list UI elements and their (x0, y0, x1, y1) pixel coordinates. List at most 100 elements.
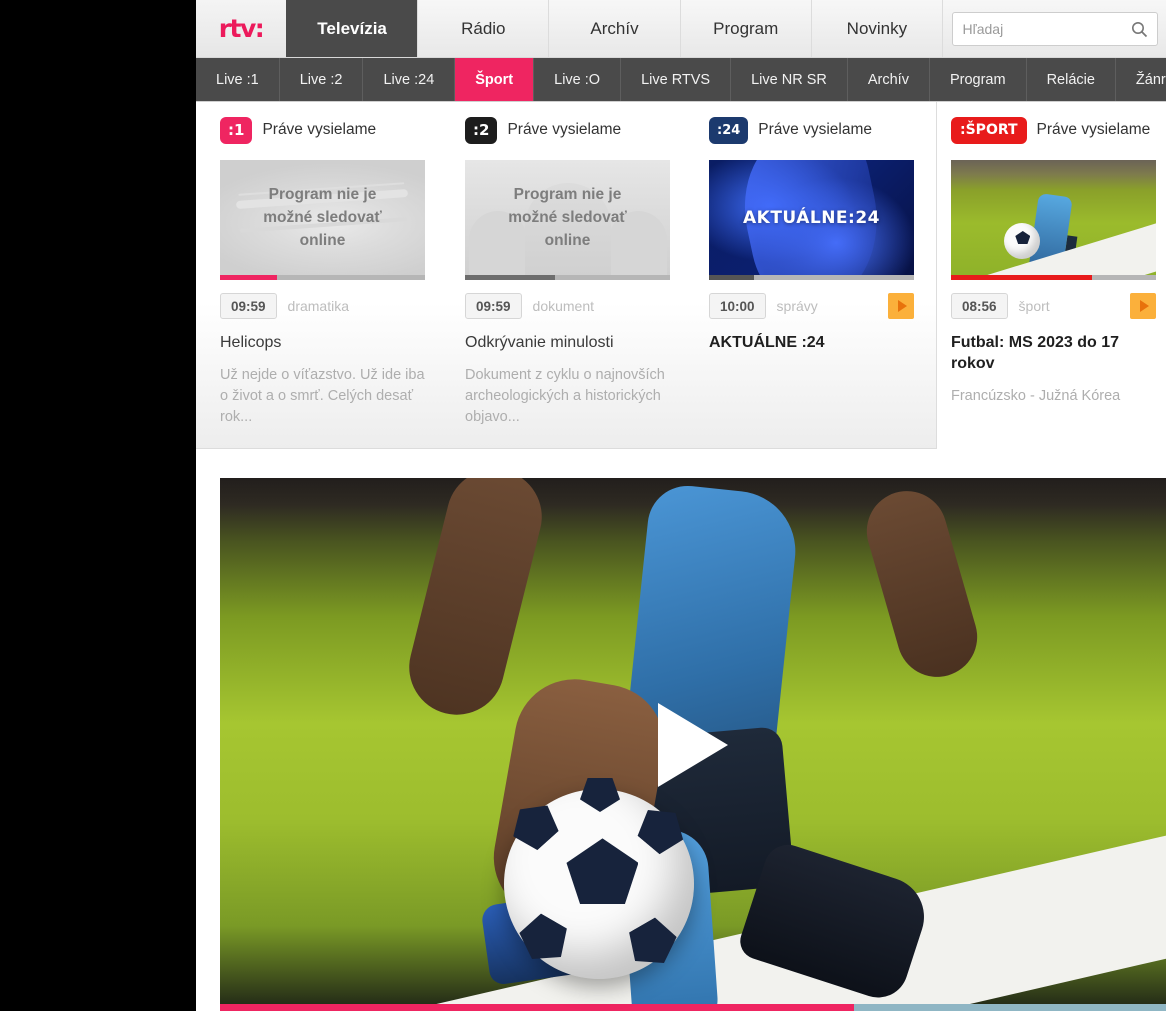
offline-message: Program nie je možné sledovať online (220, 160, 425, 275)
subnav-item-live-rtvs[interactable]: Live RTVS (621, 58, 732, 101)
subnav-item-live-o[interactable]: Live :O (534, 58, 622, 101)
offline-line: Program nie je (268, 186, 377, 203)
screen: rtv: Televízia Rádio Archív Program Novi… (0, 0, 1166, 1011)
subnav-item-program[interactable]: Program (930, 58, 1027, 101)
topnav-item-program[interactable]: Program (679, 0, 811, 57)
subnav-item-sport[interactable]: Šport (455, 58, 535, 101)
subnav-item-archiv[interactable]: Archív (848, 58, 930, 101)
offline-line: online (544, 232, 591, 249)
card-play-button[interactable] (888, 293, 914, 319)
thumbnail-overlay-text: AKTUÁLNE:24 (743, 207, 880, 228)
search-input[interactable] (952, 20, 1157, 37)
card-header: :1 Práve vysielame (220, 116, 425, 144)
card-progress-fill (709, 275, 755, 280)
channel-badge-24-icon: :24 (709, 116, 749, 144)
top-navigation-bar: rtv: Televízia Rádio Archív Program Novi… (196, 0, 1166, 58)
topnav-label: Televízia (317, 18, 387, 38)
card-header: :ŠPORT Práve vysielame (951, 116, 1156, 144)
now-playing-strip: :1 Práve vysielame Program nie je možné … (196, 102, 1166, 449)
search-area (942, 0, 1166, 57)
search-icon[interactable] (1131, 21, 1148, 43)
subnav-item-relacie[interactable]: Relácie (1027, 58, 1116, 101)
card-progress-track (951, 275, 1156, 280)
card-time-badge: 08:56 (951, 293, 1008, 319)
card-header-label: Práve vysielame (758, 121, 873, 138)
subnav-label: Archív (867, 71, 909, 88)
card-title[interactable]: AKTUÁLNE :24 (709, 332, 914, 353)
card-description: Dokument z cyklu o najnovších archeologi… (465, 367, 665, 425)
ball-patch (566, 838, 639, 905)
subnav-item-live-nr-sr[interactable]: Live NR SR (731, 58, 848, 101)
card-genre-label: dramatika (287, 298, 349, 314)
player-progress-fill (220, 1004, 854, 1011)
subnav-item-live-2[interactable]: Live :2 (280, 58, 364, 101)
channel-badge-sport-icon: :ŠPORT (951, 116, 1027, 144)
card-time-badge: 09:59 (220, 293, 277, 319)
card-description: Francúzsko - Južná Kórea (951, 388, 1121, 404)
channel-card-4[interactable]: :ŠPORT Práve vysielame 08:56 šport Futba… (951, 116, 1156, 407)
offline-line: možné sledovať (508, 209, 627, 226)
card-play-button[interactable] (1130, 293, 1156, 319)
channel-badge-2-icon: :2 (465, 116, 498, 144)
play-triangle-icon (897, 300, 907, 312)
card-title[interactable]: Helicops (220, 332, 425, 353)
subnav-label: Live :2 (299, 71, 343, 88)
offline-message: Program nie je možné sledovať online (465, 160, 670, 275)
play-triangle-icon (1139, 300, 1149, 312)
card-genre-label: dokument (532, 298, 595, 314)
card-genre-label: správy (776, 298, 818, 314)
subnav-item-live-24[interactable]: Live :24 (363, 58, 456, 101)
card-header: :2 Práve vysielame (465, 116, 670, 144)
card-description: Už nejde o víťazstvo. Už ide iba o život… (220, 367, 425, 425)
channel-card-2[interactable]: :2 Práve vysielame Program nie je možné … (465, 116, 670, 428)
topnav-item-novinky[interactable]: Novinky (810, 0, 943, 57)
topnav-item-televizia[interactable]: Televízia (286, 0, 418, 57)
subnav-label: Live :24 (383, 71, 435, 88)
subnav-label: Live :1 (216, 71, 259, 88)
card-title[interactable]: Odkrývanie minulosti (465, 332, 670, 353)
subnav-label: Relácie (1046, 71, 1095, 88)
card-thumbnail[interactable] (951, 160, 1156, 275)
channel-card-3[interactable]: :24 Práve vysielame AKTUÁLNE:24 10:00 sp… (709, 116, 914, 365)
soccer-ball-icon (1004, 222, 1041, 259)
card-meta-row: 10:00 správy (709, 293, 914, 319)
sub-navigation-bar: Live :1 Live :2 Live :24 Šport Live :O L… (196, 58, 1166, 102)
card-meta-row: 08:56 šport (951, 293, 1156, 319)
subnav-label: Žánre (1135, 71, 1166, 88)
offline-line: možné sledovať (263, 209, 382, 226)
site-logo[interactable]: rtv: (196, 0, 286, 57)
topnav-label: Rádio (461, 18, 506, 38)
player-arm-decor (399, 478, 552, 726)
channel-card-1[interactable]: :1 Práve vysielame Program nie je možné … (220, 116, 425, 428)
card-genre-label: šport (1018, 298, 1050, 314)
channel-badge-1-icon: :1 (220, 116, 253, 144)
subnav-label: Live NR SR (751, 71, 827, 88)
topnav-label: Archív (590, 18, 639, 38)
card-thumbnail[interactable]: AKTUÁLNE:24 (709, 160, 914, 275)
card-title[interactable]: Futbal: MS 2023 do 17 rokov (951, 332, 1156, 374)
subnav-item-zanre[interactable]: Žánre (1116, 58, 1166, 101)
card-progress-track (465, 275, 670, 280)
topnav-label: Program (713, 18, 779, 38)
card-meta-row: 09:59 dokument (465, 293, 670, 319)
card-header: :24 Práve vysielame (709, 116, 914, 144)
card-thumbnail[interactable]: Program nie je možné sledovať online (220, 160, 425, 275)
offline-line: Program nie je (513, 186, 622, 203)
player-progress-track[interactable] (220, 1004, 1166, 1011)
video-player[interactable] (220, 478, 1166, 1011)
card-thumbnail[interactable]: Program nie je možné sledovať online (465, 160, 670, 275)
page-canvas: rtv: Televízia Rádio Archív Program Novi… (196, 0, 1166, 1011)
play-button-icon[interactable] (658, 702, 728, 787)
card-time-badge: 09:59 (465, 293, 522, 319)
card-progress-fill (951, 275, 1093, 280)
subnav-label: Šport (475, 71, 514, 88)
soccer-ball-large-icon (504, 789, 694, 980)
subnav-label: Live :O (554, 71, 601, 88)
topnav-item-archiv[interactable]: Archív (548, 0, 680, 57)
search-box[interactable] (951, 11, 1158, 46)
card-progress-track (220, 275, 425, 280)
offline-line: online (299, 232, 346, 249)
topnav-item-radio[interactable]: Rádio (417, 0, 549, 57)
subnav-item-live-1[interactable]: Live :1 (196, 58, 280, 101)
player-arm2-decor (857, 481, 987, 687)
